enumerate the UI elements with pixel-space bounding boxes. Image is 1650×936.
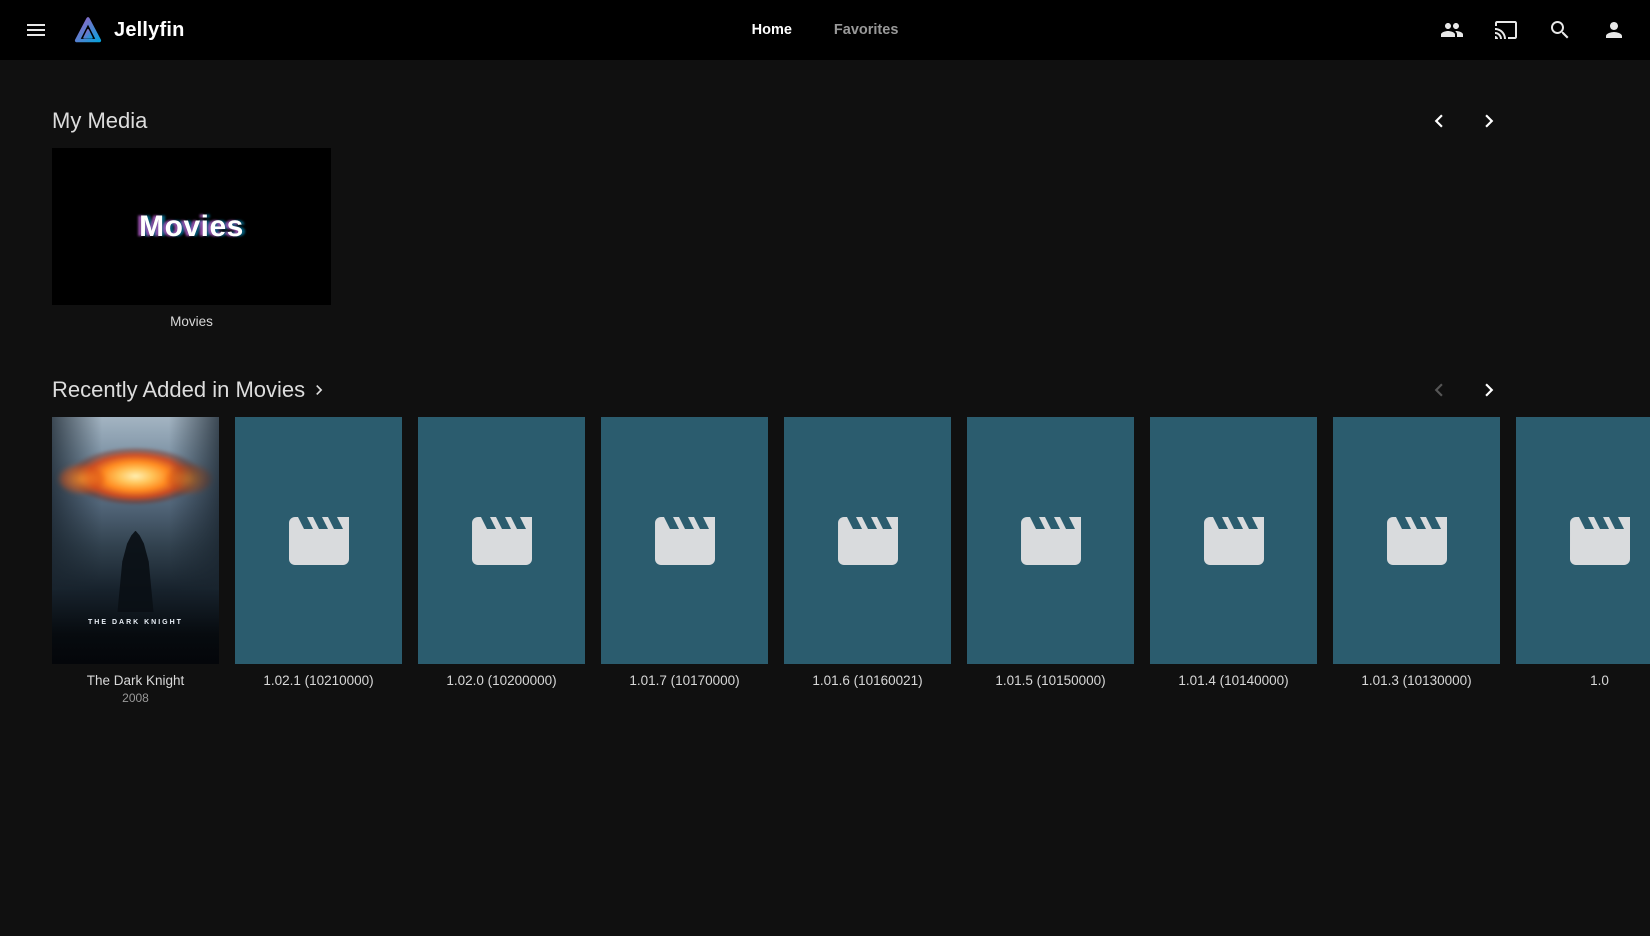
card-year: 2008 [52,691,219,705]
media-card[interactable]: 1.01.3 (10130000) [1333,417,1500,705]
card-title: 1.02.1 (10210000) [235,673,402,688]
chevron-right-icon [1476,108,1502,134]
movie-icon [1015,505,1087,577]
media-card-image [1516,417,1650,664]
chevron-right-icon [309,380,329,400]
media-card-image [784,417,951,664]
card-title: 1.01.6 (10160021) [784,673,951,688]
card-title: The Dark Knight [52,673,219,688]
card-title: 1.01.4 (10140000) [1150,673,1317,688]
chevron-left-icon [1426,108,1452,134]
poster-title-text: THE DARK KNIGHT [52,619,219,626]
cast-icon [1494,18,1518,42]
app-header: Jellyfin Home Favorites [0,0,1650,60]
movie-icon [283,505,355,577]
chevron-right-icon [1476,377,1502,403]
hamburger-icon [24,18,48,42]
jellyfin-logo-icon [72,14,104,46]
movie-icon [1198,505,1270,577]
movie-icon [649,505,721,577]
recently-added-title-text: Recently Added in Movies [52,377,305,403]
movie-icon [832,505,904,577]
media-card[interactable]: THE DARK KNIGHT The Dark Knight 2008 [52,417,219,705]
media-card[interactable]: 1.0 [1516,417,1650,705]
card-title: 1.01.7 (10170000) [601,673,768,688]
media-card-image [601,417,768,664]
section-title-my-media: My Media [52,108,147,134]
movies-art-text: Movies [139,210,244,244]
tab-home[interactable]: Home [738,14,806,46]
people-icon [1440,18,1464,42]
card-title: 1.02.0 (10200000) [418,673,585,688]
cast-button[interactable] [1486,10,1526,50]
media-card-image: THE DARK KNIGHT [52,417,219,664]
movies-library-art: Movies [52,148,331,305]
syncplay-button[interactable] [1432,10,1472,50]
app-logo[interactable]: Jellyfin [72,14,185,46]
flaming-bat-symbol [67,444,204,511]
recently-added-scroll-left-button[interactable] [1424,375,1454,405]
movie-icon [1381,505,1453,577]
batman-silhouette [105,531,165,613]
media-card-image [235,417,402,664]
media-card[interactable]: 1.01.4 (10140000) [1150,417,1317,705]
card-title: 1.0 [1516,673,1650,688]
recently-added-scroll-right-button[interactable] [1474,375,1504,405]
media-card-image [1333,417,1500,664]
media-card[interactable]: 1.01.5 (10150000) [967,417,1134,705]
my-media-section: My Media Movies Movies [52,106,1650,329]
search-button[interactable] [1540,10,1580,50]
my-media-scroll-right-button[interactable] [1474,106,1504,136]
movie-icon [1564,505,1636,577]
media-card[interactable]: 1.01.7 (10170000) [601,417,768,705]
tab-favorites[interactable]: Favorites [820,14,912,46]
menu-button[interactable] [16,10,56,50]
home-page: My Media Movies Movies [0,106,1650,705]
dark-knight-poster: THE DARK KNIGHT [52,417,219,664]
my-media-scroll-left-button[interactable] [1424,106,1454,136]
search-icon [1548,18,1572,42]
media-card-image [1150,417,1317,664]
recently-added-section: Recently Added in Movies [52,375,1650,705]
section-title-recently-added[interactable]: Recently Added in Movies [52,377,329,403]
user-button[interactable] [1594,10,1634,50]
media-card[interactable]: 1.01.6 (10160021) [784,417,951,705]
media-card-image [967,417,1134,664]
card-title: 1.01.5 (10150000) [967,673,1134,688]
my-media-row: Movies Movies [52,148,1650,329]
media-card[interactable]: 1.02.0 (10200000) [418,417,585,705]
main-nav: Home Favorites [738,14,913,46]
media-card-image [418,417,585,664]
library-card-title: Movies [52,314,331,329]
media-card[interactable]: 1.02.1 (10210000) [235,417,402,705]
app-title: Jellyfin [114,19,185,42]
recently-added-row: THE DARK KNIGHT The Dark Knight 2008 [52,417,1650,705]
recently-added-scroll-buttons [1424,375,1504,405]
user-icon [1602,18,1626,42]
header-actions [1432,10,1634,50]
card-title: 1.01.3 (10130000) [1333,673,1500,688]
library-card-movies[interactable]: Movies Movies [52,148,331,329]
movie-icon [466,505,538,577]
chevron-left-icon [1426,377,1452,403]
my-media-scroll-buttons [1424,106,1504,136]
